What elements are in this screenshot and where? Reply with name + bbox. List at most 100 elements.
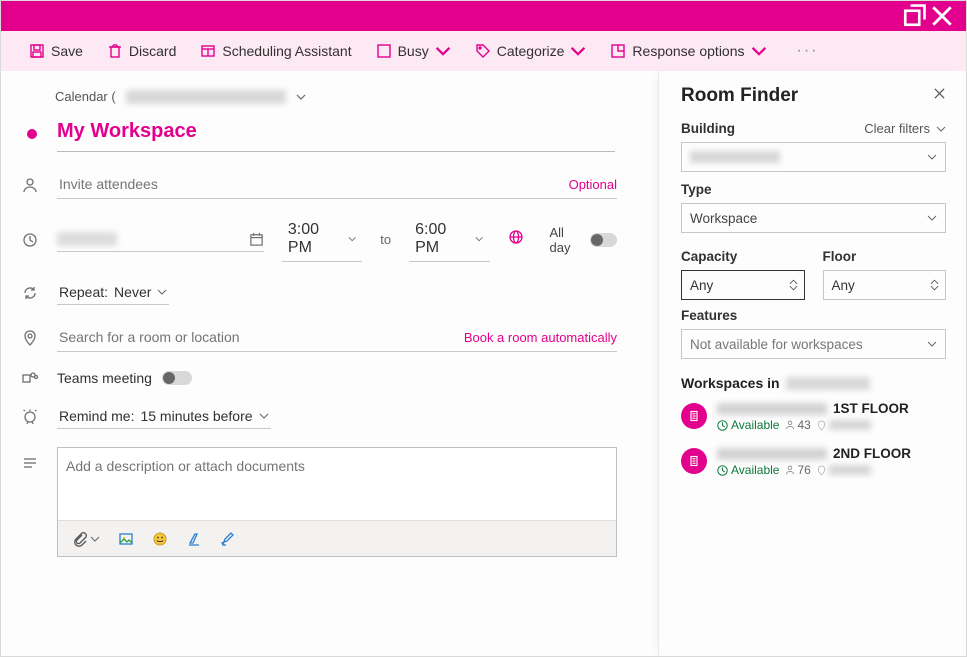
chevron-down-icon <box>927 154 937 160</box>
chevron-down-icon <box>296 94 306 100</box>
end-time-picker[interactable]: 6:00 PM <box>409 217 489 262</box>
building-icon <box>688 410 700 422</box>
event-editor: Calendar ( Optional <box>1 71 658 656</box>
emoji-button[interactable] <box>152 531 168 547</box>
floor-label: Floor <box>823 249 857 264</box>
chevron-down-icon <box>936 126 946 132</box>
close-room-finder-button[interactable] <box>933 87 946 105</box>
type-label: Type <box>681 182 712 197</box>
popout-button[interactable] <box>900 2 928 30</box>
reminder-dropdown[interactable]: Remind me: 15 minutes before <box>57 404 271 429</box>
building-select[interactable] <box>681 142 946 172</box>
busy-dropdown[interactable]: Busy <box>368 39 459 63</box>
attach-button[interactable] <box>72 531 100 547</box>
calendar-account-redacted <box>126 90 286 104</box>
description-toolbar <box>58 520 616 556</box>
building-label: Building <box>681 121 735 136</box>
tag-icon <box>475 43 491 59</box>
floor-spinner[interactable]: Any <box>823 270 947 300</box>
main-area: Calendar ( Optional <box>1 71 966 656</box>
discard-label: Discard <box>129 43 176 59</box>
timezone-button[interactable] <box>508 229 524 250</box>
workspace-location <box>817 420 871 431</box>
date-picker[interactable] <box>57 228 264 252</box>
chevron-down-icon <box>927 341 937 347</box>
all-day-toggle[interactable] <box>590 233 617 247</box>
more-button[interactable]: ··· <box>783 38 833 64</box>
workspaces-in-label: Workspaces in <box>681 375 780 391</box>
availability-status: Available <box>717 418 779 432</box>
location-input[interactable] <box>57 323 456 351</box>
spinner-arrows[interactable] <box>789 279 798 291</box>
event-title-input[interactable] <box>57 116 615 152</box>
repeat-label: Repeat: <box>59 284 108 300</box>
clear-filters-link[interactable]: Clear filters <box>864 121 946 136</box>
formatting-button[interactable] <box>186 531 202 547</box>
scheduling-icon <box>200 43 216 59</box>
features-label: Features <box>681 308 737 323</box>
all-day-group: All day <box>550 225 618 255</box>
capacity-count: 43 <box>785 418 810 432</box>
location-icon <box>21 330 39 346</box>
paperclip-icon <box>72 531 88 547</box>
workspace-result[interactable]: 1ST FLOOR Available 43 <box>681 401 946 432</box>
all-day-label: All day <box>550 225 585 255</box>
scheduling-label: Scheduling Assistant <box>222 43 351 59</box>
format-icon <box>186 531 202 547</box>
insert-image-button[interactable] <box>118 531 134 547</box>
teams-meeting-toggle[interactable] <box>162 371 192 385</box>
calendar-picker[interactable]: Calendar ( <box>55 89 638 104</box>
remind-label: Remind me: <box>59 408 134 424</box>
response-options-dropdown[interactable]: Response options <box>602 39 774 63</box>
capacity-value: Any <box>690 278 713 293</box>
capacity-label: Capacity <box>681 249 737 264</box>
attendees-input[interactable] <box>57 170 569 198</box>
emoji-icon <box>152 531 168 547</box>
start-time-value: 3:00 PM <box>288 221 338 257</box>
end-time-value: 6:00 PM <box>415 221 465 257</box>
teams-icon <box>21 370 39 386</box>
book-room-auto-link[interactable]: Book a room automatically <box>464 330 617 345</box>
workspace-result[interactable]: 2ND FLOOR Available 76 <box>681 446 946 477</box>
availability-status: Available <box>717 463 779 477</box>
features-select[interactable]: Not available for workspaces <box>681 329 946 359</box>
room-finder-title: Room Finder <box>681 85 798 107</box>
workspace-results-list: 1ST FLOOR Available 43 2ND FLOOR <box>681 401 946 477</box>
start-time-picker[interactable]: 3:00 PM <box>282 217 362 262</box>
save-icon <box>29 43 45 59</box>
save-label: Save <box>51 43 83 59</box>
event-color-dot <box>27 129 37 139</box>
close-window-button[interactable] <box>928 2 956 30</box>
capacity-spinner[interactable]: Any <box>681 270 805 300</box>
spinner-arrows[interactable] <box>930 279 939 291</box>
discard-button[interactable]: Discard <box>99 39 184 63</box>
response-icon <box>610 43 626 59</box>
clock-icon <box>21 232 39 248</box>
chevron-down-icon <box>157 289 167 295</box>
save-button[interactable]: Save <box>21 39 91 63</box>
chevron-down-icon <box>927 215 937 221</box>
type-select[interactable]: Workspace <box>681 203 946 233</box>
close-icon <box>933 87 946 100</box>
building-value-redacted <box>690 151 780 163</box>
remind-value: 15 minutes before <box>140 408 252 424</box>
categorize-label: Categorize <box>497 43 565 59</box>
pen-icon <box>220 531 236 547</box>
scheduling-assistant-button[interactable]: Scheduling Assistant <box>192 39 359 63</box>
time-to-label: to <box>380 232 391 247</box>
busy-label: Busy <box>398 43 429 59</box>
optional-attendees-link[interactable]: Optional <box>569 177 617 192</box>
chevron-down-icon <box>90 536 100 542</box>
description-textarea[interactable] <box>58 448 616 520</box>
features-value: Not available for workspaces <box>690 337 863 352</box>
calendar-event-window: Save Discard Scheduling Assistant Busy C… <box>0 0 967 657</box>
repeat-dropdown[interactable]: Repeat: Never <box>57 280 169 305</box>
chevron-down-icon <box>751 43 767 59</box>
clear-filters-label: Clear filters <box>864 121 930 136</box>
description-icon <box>21 455 39 471</box>
ink-button[interactable] <box>220 531 236 547</box>
workspaces-building-redacted <box>786 377 870 390</box>
workspace-location <box>817 465 871 476</box>
categorize-dropdown[interactable]: Categorize <box>467 39 595 63</box>
type-value: Workspace <box>690 211 757 226</box>
